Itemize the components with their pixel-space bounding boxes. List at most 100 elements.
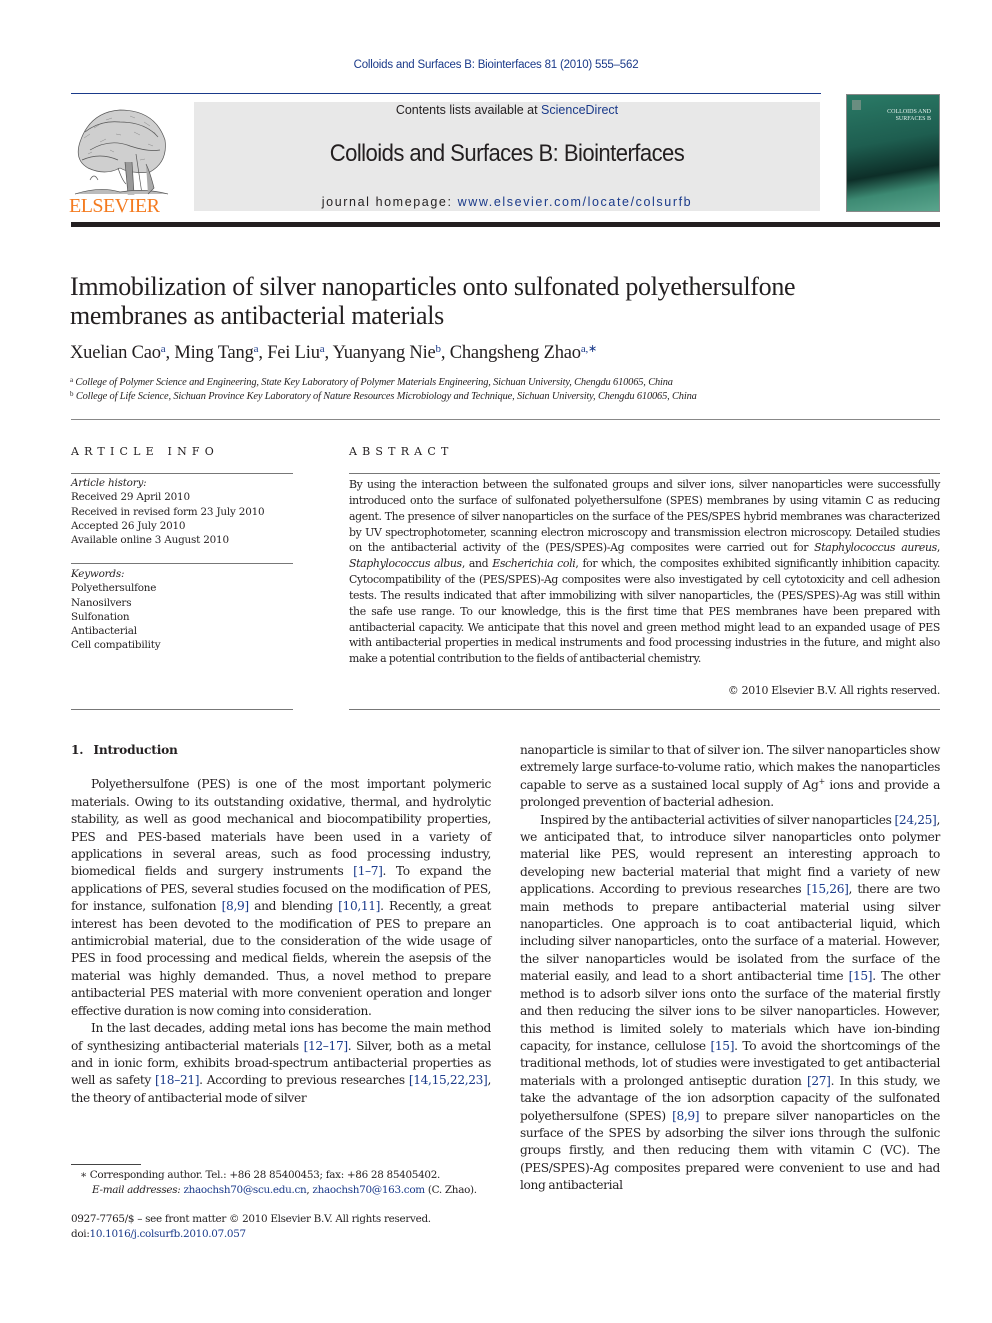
keywords: Keywords: Polyethersulfone Nanosilvers S… — [71, 567, 293, 653]
author-separator: , — [258, 343, 268, 363]
author-separator: , — [324, 343, 333, 363]
doi-line: doi:10.1016/j.colsurfb.2010.07.057 — [71, 1227, 501, 1242]
species-name: Staphylococcus aureus — [814, 541, 937, 555]
corresponding-author-footnote: ∗ Corresponding author. Tel.: +86 28 854… — [80, 1168, 500, 1198]
footnote-line: ∗ Corresponding author. Tel.: +86 28 854… — [80, 1168, 500, 1183]
history-item: Accepted 26 July 2010 — [71, 519, 186, 532]
article-history: Article history: Received 29 April 2010 … — [71, 476, 293, 547]
keyword: Sulfonation — [71, 610, 130, 623]
sciencedirect-link[interactable]: ScienceDirect — [541, 103, 618, 117]
author: Changsheng Zhaoa,∗ — [449, 343, 598, 363]
keyword: Nanosilvers — [71, 596, 132, 609]
text-run: . According to previous researches — [199, 1073, 409, 1088]
citation-link[interactable]: [27] — [807, 1074, 831, 1088]
affiliation-mark: a — [70, 376, 73, 384]
article-title: Immobilization of silver nanoparticles o… — [70, 272, 930, 330]
running-header: Colloids and Surfaces B: Biointerfaces 8… — [353, 59, 639, 71]
section-title: Introduction — [93, 743, 178, 757]
citation-link[interactable]: [1–7] — [353, 864, 383, 878]
author-name: Ming Tang — [174, 343, 254, 363]
author-affiliation-mark[interactable]: a,∗ — [581, 343, 597, 355]
author: Fei Liua, — [267, 343, 332, 363]
article-info-rule — [71, 563, 293, 564]
abstract-rule — [349, 709, 940, 710]
header-rule — [71, 93, 821, 94]
affiliation-text: College of Polymer Science and Engineeri… — [75, 377, 673, 388]
text-run: and blending — [248, 899, 339, 914]
affiliation-mark: b — [70, 390, 74, 398]
species-name: Staphylococcus albus — [349, 557, 462, 571]
contents-prefix: Contents lists available at — [395, 103, 542, 117]
paragraph: nanoparticle is similar to that of silve… — [520, 742, 940, 812]
journal-title: Colloids and Surfaces B: Biointerfaces — [329, 140, 685, 167]
article-info-rule — [71, 709, 293, 710]
affiliations: a College of Polymer Science and Enginee… — [70, 376, 697, 404]
keyword: Cell compatibility — [71, 639, 161, 652]
title-divider — [71, 419, 940, 420]
abstract-heading: ABSTRACT — [349, 445, 454, 458]
author: Ming Tanga, — [174, 343, 267, 363]
cover-elsevier-icon — [852, 100, 861, 110]
citation-link[interactable]: [8,9] — [672, 1109, 700, 1123]
citation-link[interactable]: [12–17] — [304, 1039, 349, 1053]
doi-prefix: doi: — [71, 1228, 90, 1240]
abstract-text: By using the interaction between the sul… — [349, 477, 940, 667]
footnote-rule — [71, 1164, 141, 1165]
journal-homepage-line: journal homepage: www.elsevier.com/locat… — [194, 195, 820, 209]
email-owner: (C. Zhao). — [424, 1184, 477, 1196]
cover-title-line-1: COLLOIDS AND — [887, 109, 931, 115]
homepage-prefix: journal homepage: — [321, 195, 458, 209]
author-name: Yuanyang Nie — [332, 343, 436, 363]
keyword: Antibacterial — [71, 625, 137, 638]
species-name: Escherichia coli — [492, 557, 576, 571]
citation-link[interactable]: [18–21] — [155, 1073, 200, 1087]
citation-link[interactable]: [24,25] — [895, 813, 937, 827]
email-link[interactable]: zhaochsh70@scu.edu.cn — [183, 1184, 306, 1196]
abstract-copyright: © 2010 Elsevier B.V. All rights reserved… — [727, 684, 940, 697]
author-separator: , — [440, 343, 450, 363]
paragraph: In the last decades, adding metal ions h… — [71, 1020, 491, 1107]
article-history-label: Article history: — [71, 477, 147, 489]
affiliation: a College of Polymer Science and Enginee… — [70, 376, 697, 390]
footnote-star: ∗ — [80, 1169, 87, 1181]
email-label: E-mail addresses: — [92, 1184, 181, 1196]
masthead-divider — [71, 222, 940, 227]
text-run: . Recently, a great interest has been de… — [71, 899, 491, 1018]
article-info-heading: ARTICLE INFO — [71, 445, 219, 458]
author-list: Xuelian Caoa, Ming Tanga, Fei Liua, Yuan… — [70, 343, 597, 364]
author-name: Xuelian Cao — [70, 343, 161, 363]
author-name: Fei Liu — [267, 343, 320, 363]
abstract-rule — [349, 473, 940, 474]
citation-link[interactable]: [14,15,22,23] — [409, 1073, 488, 1087]
citation-link[interactable]: [8,9] — [222, 899, 250, 913]
article-title-line-2: membranes as antibacterial materials — [70, 301, 444, 330]
email-link[interactable]: zhaochsh70@163.com — [312, 1184, 425, 1196]
paragraph: Inspired by the antibacterial activities… — [520, 812, 940, 1195]
footnote-line: E-mail addresses: zhaochsh70@scu.edu.cn,… — [80, 1183, 500, 1198]
doi-link[interactable]: 10.1016/j.colsurfb.2010.07.057 — [90, 1228, 247, 1240]
history-item: Available online 3 August 2010 — [71, 534, 229, 547]
journal-cover-image: COLLOIDS AND SURFACES B — [846, 94, 940, 212]
citation-link[interactable]: [15] — [849, 969, 873, 983]
abstract-segment: , — [936, 541, 940, 555]
cover-title-line-2: SURFACES B — [895, 116, 931, 122]
text-run: Inspired by the antibacterial activities… — [540, 812, 895, 827]
citation-link[interactable]: [15] — [711, 1039, 735, 1053]
paragraph: Polyethersulfone (PES) is one of the mos… — [71, 776, 491, 1020]
abstract-segment: , for which, the composites exhibited si… — [349, 557, 940, 666]
corresponding-author-text: Corresponding author. Tel.: +86 28 85400… — [86, 1169, 441, 1181]
elsevier-wordmark: ELSEVIER — [69, 195, 160, 217]
history-item: Received in revised form 23 July 2010 — [71, 505, 265, 518]
keyword: Polyethersulfone — [71, 582, 157, 595]
author-name: Changsheng Zhao — [449, 343, 581, 363]
author: Xuelian Caoa, — [70, 343, 174, 363]
cover-title: COLLOIDS AND SURFACES B — [861, 109, 931, 123]
article-title-line-1: Immobilization of silver nanoparticles o… — [70, 272, 796, 301]
section-heading: 1. Introduction — [71, 742, 491, 759]
citation-link[interactable]: [15,26] — [807, 882, 849, 896]
article-info-rule — [71, 473, 293, 474]
journal-homepage-link[interactable]: www.elsevier.com/locate/colsurfb — [458, 195, 693, 209]
citation-link[interactable]: [10,11] — [338, 899, 380, 913]
contents-line: Contents lists available at ScienceDirec… — [194, 103, 820, 117]
front-matter: 0927-7765/$ – see front matter © 2010 El… — [71, 1212, 501, 1242]
